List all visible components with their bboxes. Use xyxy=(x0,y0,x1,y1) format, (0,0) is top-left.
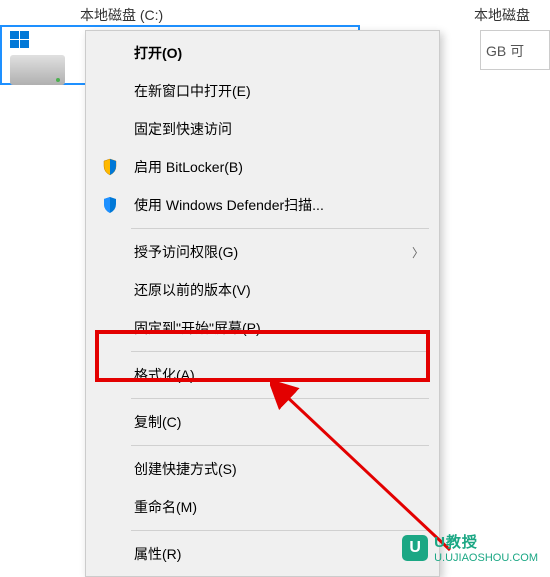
shield-icon xyxy=(100,157,120,177)
drive-right-label: 本地磁盘 xyxy=(474,5,530,25)
menu-pin-quick-access[interactable]: 固定到快速访问 xyxy=(86,110,439,148)
menu-create-shortcut[interactable]: 创建快捷方式(S) xyxy=(86,450,439,488)
menu-grant-access[interactable]: 授予访问权限(G) 〉 xyxy=(86,233,439,271)
watermark-url: U.UJIAOSHOU.COM xyxy=(434,552,538,564)
menu-defender-scan[interactable]: 使用 Windows Defender扫描... xyxy=(86,186,439,224)
drive-icon xyxy=(10,55,65,85)
drive-c-label: 本地磁盘 (C:) xyxy=(80,5,163,25)
menu-separator xyxy=(131,398,429,399)
menu-open-new-window[interactable]: 在新窗口中打开(E) xyxy=(86,72,439,110)
drive-right-fragment: GB 可 xyxy=(480,30,550,70)
menu-open[interactable]: 打开(O) xyxy=(86,34,439,72)
drive-c-icon xyxy=(10,30,65,85)
menu-separator xyxy=(131,530,429,531)
menu-copy[interactable]: 复制(C) xyxy=(86,403,439,441)
menu-restore-versions[interactable]: 还原以前的版本(V) xyxy=(86,271,439,309)
chevron-right-icon: 〉 xyxy=(412,244,424,261)
menu-rename[interactable]: 重命名(M) xyxy=(86,488,439,526)
defender-shield-icon xyxy=(100,195,120,215)
menu-bitlocker[interactable]: 启用 BitLocker(B) xyxy=(86,148,439,186)
menu-separator xyxy=(131,351,429,352)
watermark: U U教授 U.UJIAOSHOU.COM xyxy=(402,531,538,564)
menu-pin-start[interactable]: 固定到"开始"屏幕(P) xyxy=(86,309,439,347)
menu-properties[interactable]: 属性(R) xyxy=(86,535,439,573)
watermark-brand: U教授 xyxy=(434,531,538,552)
menu-separator xyxy=(131,228,429,229)
menu-format[interactable]: 格式化(A)... xyxy=(86,356,439,394)
context-menu: 打开(O) 在新窗口中打开(E) 固定到快速访问 启用 BitLocker(B)… xyxy=(85,30,440,577)
watermark-logo: U xyxy=(402,535,428,561)
menu-separator xyxy=(131,445,429,446)
windows-flag-icon xyxy=(10,30,30,50)
